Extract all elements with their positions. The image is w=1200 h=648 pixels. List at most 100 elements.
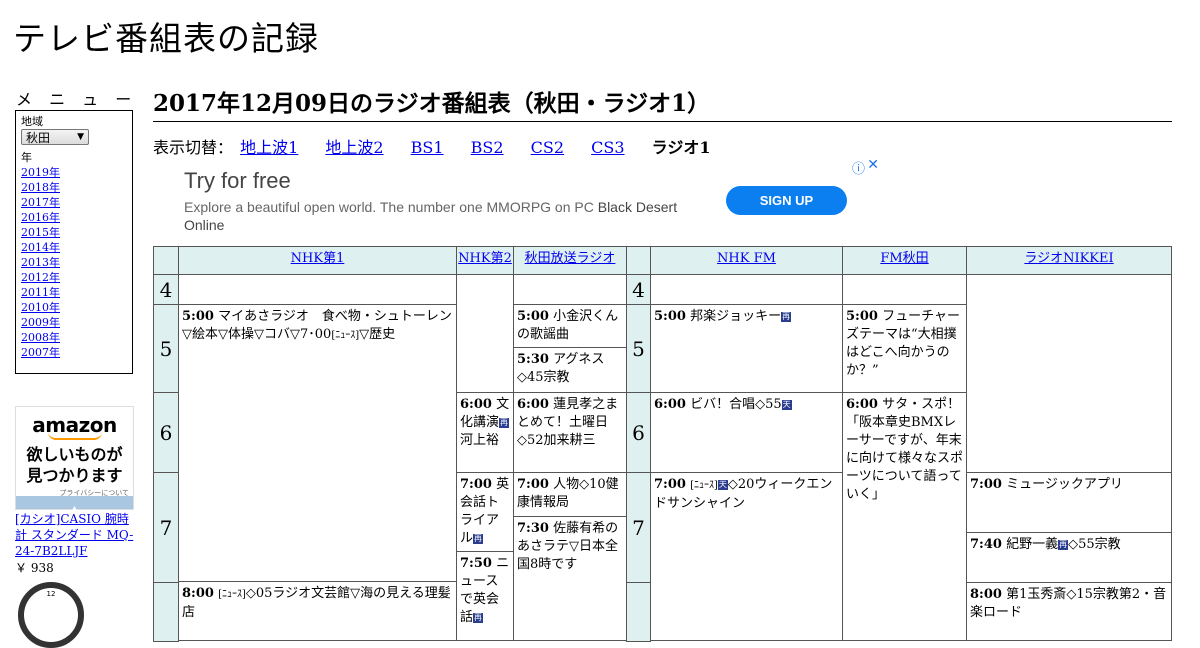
- close-icon[interactable]: ✕: [867, 156, 879, 173]
- station-header: 秋田放送ラジオ: [513, 246, 627, 275]
- program-cell[interactable]: 5:00 邦楽ジョッキー再: [650, 304, 843, 393]
- program-cell: [650, 274, 843, 305]
- hour-label: 5: [626, 304, 651, 393]
- year-link[interactable]: 2007年: [21, 346, 60, 359]
- station-link-nhk1[interactable]: NHK第1: [291, 251, 345, 266]
- region-select[interactable]: 秋田 ▼: [21, 129, 89, 145]
- program-time: 5:30: [517, 352, 549, 367]
- year-link[interactable]: 2011年: [21, 286, 60, 299]
- program-cell[interactable]: 7:30 佐藤有希のあさラテ▽日本全国8時です: [513, 516, 627, 641]
- schedule-grid: NHK第1 NHK第2 秋田放送ラジオ NHK FM FM秋田 ラジオNIKKE…: [153, 246, 1172, 642]
- grid-corner: [626, 246, 651, 275]
- program-time: 7:40: [970, 537, 1002, 552]
- year-link[interactable]: 2017年: [21, 196, 60, 209]
- program-time: 6:00: [846, 397, 878, 412]
- station-link-nikkei[interactable]: ラジオNIKKEI: [1024, 251, 1113, 266]
- hour-label: 6: [626, 392, 651, 473]
- program-time: 5:00: [517, 309, 549, 324]
- program-time: 8:00: [970, 587, 1002, 602]
- nav-link-bs1[interactable]: BS1: [411, 138, 444, 157]
- year-link[interactable]: 2010年: [21, 301, 60, 314]
- site-title: テレビ番組表の記録: [13, 19, 319, 58]
- program-cell[interactable]: 8:00 [ﾆｭｰｽ]◇05ラジオ文芸館▽海の見える理髪店: [178, 581, 457, 641]
- program-cell[interactable]: 7:50 ニュースで英会話再: [456, 551, 514, 641]
- program-cell: [513, 274, 627, 305]
- reair-icon: 再: [781, 312, 792, 322]
- program-cell[interactable]: 5:00 マイあさラジオ 食べ物・シュトーレン▽絵本▽体操▽コバ▽7･00[ﾆｭ…: [178, 304, 457, 582]
- year-link[interactable]: 2009年: [21, 316, 60, 329]
- nav-link-bs2[interactable]: BS2: [471, 138, 504, 157]
- menu-box: 地域 秋田 ▼ 年 2019年 2018年 2017年 2016年 2015年 …: [15, 110, 133, 374]
- program-time: 7:30: [517, 521, 549, 536]
- weather-icon: 天: [781, 400, 792, 410]
- ad-body: Explore a beautiful open world. The numb…: [184, 198, 684, 234]
- grid-corner: [153, 246, 179, 275]
- nav-link-cs3[interactable]: CS3: [591, 138, 624, 157]
- year-link[interactable]: 2015年: [21, 226, 60, 239]
- program-title: ◇55宗教: [1068, 537, 1121, 552]
- program-cell[interactable]: 8:00 第1玉秀斎◇15宗教第2・音楽ロード: [966, 582, 1172, 641]
- news-tag: [ﾆｭｰｽ]: [218, 589, 246, 600]
- signup-button[interactable]: SIGN UP: [726, 186, 847, 215]
- station-link-nhkfm[interactable]: NHK FM: [717, 251, 776, 266]
- station-link-abs[interactable]: 秋田放送ラジオ: [525, 251, 616, 266]
- nav-link-terrestrial-2[interactable]: 地上波2: [325, 138, 383, 157]
- year-link[interactable]: 2014年: [21, 241, 60, 254]
- station-link-nhk2[interactable]: NHK第2: [458, 251, 512, 266]
- hour-label: 5: [153, 304, 179, 393]
- program-title: 邦楽ジョッキー: [690, 309, 782, 324]
- banner-ad[interactable]: Try for free Explore a beautiful open wo…: [153, 156, 881, 246]
- program-cell[interactable]: 7:00 [ﾆｭｰｽ]天◇20ウィークエンドサンシャイン: [650, 472, 843, 641]
- watch-face: 12: [24, 588, 78, 642]
- program-title: サタ・スポ！「阪本章史BMXレーサーですが、年末に向けて様々なスポーツについて語…: [846, 397, 964, 502]
- station-link-fmakita[interactable]: FM秋田: [880, 251, 928, 266]
- station-header: ラジオNIKKEI: [966, 246, 1172, 275]
- year-label: 年: [21, 151, 32, 164]
- program-cell[interactable]: 6:00 文化講演再 河上裕: [456, 392, 514, 473]
- year-link[interactable]: 2008年: [21, 331, 60, 344]
- program-time: 6:00: [460, 397, 492, 412]
- program-time: 5:00: [654, 309, 686, 324]
- program-title: ▽歴史: [359, 327, 396, 342]
- program-cell[interactable]: 5:00 フューチャーズテーマは“大相撲はどこへ向かうのか？”: [842, 304, 967, 393]
- program-time: 5:00: [846, 309, 878, 324]
- year-link[interactable]: 2013年: [21, 256, 60, 269]
- region-select-value: 秋田: [26, 130, 51, 145]
- hour-label: 6: [153, 392, 179, 473]
- station-header: FM秋田: [842, 246, 967, 275]
- program-cell[interactable]: 5:30 アグネス◇45宗教: [513, 347, 627, 393]
- program-cell[interactable]: 7:40 紀野一義再◇55宗教: [966, 532, 1172, 583]
- nav-link-cs2[interactable]: CS2: [531, 138, 564, 157]
- program-cell[interactable]: 7:00 ミュージックアプリ: [966, 472, 1172, 533]
- program-time: 7:00: [460, 477, 492, 492]
- year-link[interactable]: 2016年: [21, 211, 60, 224]
- program-cell: [842, 274, 967, 305]
- news-tag: [ﾆｭｰｽ]: [690, 480, 718, 491]
- program-cell[interactable]: 7:00 人物◇10健康情報局: [513, 472, 627, 517]
- nav-link-terrestrial-1[interactable]: 地上波1: [240, 138, 298, 157]
- year-link[interactable]: 2018年: [21, 181, 60, 194]
- program-cell[interactable]: 6:00 蓮見孝之まとめて！土曜日◇52加来耕三: [513, 392, 627, 473]
- amazon-ad[interactable]: amazon 欲しいものが 見つかります プライバシーについて ▲: [15, 406, 134, 513]
- watch-12-icon: 12: [46, 590, 56, 598]
- program-cell[interactable]: 5:00 小金沢くんの歌謡曲: [513, 304, 627, 348]
- program-cell[interactable]: 6:00 ビバ！合唱◇55天: [650, 392, 843, 473]
- program-time: 7:00: [970, 477, 1002, 492]
- program-title: 紀野一義: [1006, 537, 1059, 552]
- product-link[interactable]: [カシオ]CASIO 腕時計 スタンダード MQ-24-7B2LLJF: [15, 511, 137, 559]
- region-label: 地域: [21, 115, 43, 128]
- adchoices-icon[interactable]: ⓘ: [852, 158, 865, 177]
- nav-current-radio1: ラジオ1: [651, 138, 711, 157]
- ad-body-text: Explore a beautiful open world. The numb…: [184, 199, 594, 215]
- year-link[interactable]: 2019年: [21, 166, 60, 179]
- hour-label: 7: [153, 472, 179, 583]
- program-cell[interactable]: 6:00 サタ・スポ！「阪本章史BMXレーサーですが、年末に向けて様々なスポーツ…: [842, 392, 967, 641]
- ad-headline: Try for free: [184, 168, 291, 193]
- year-link[interactable]: 2012年: [21, 271, 60, 284]
- year-list: 2019年 2018年 2017年 2016年 2015年 2014年 2013…: [21, 165, 127, 360]
- reair-icon: 再: [473, 534, 484, 544]
- hour-label: 7: [626, 472, 651, 583]
- watch-image[interactable]: 12: [18, 582, 84, 648]
- amazon-ad-bar: ▲: [16, 496, 133, 513]
- program-cell[interactable]: 7:00 英会話トライアル再: [456, 472, 514, 552]
